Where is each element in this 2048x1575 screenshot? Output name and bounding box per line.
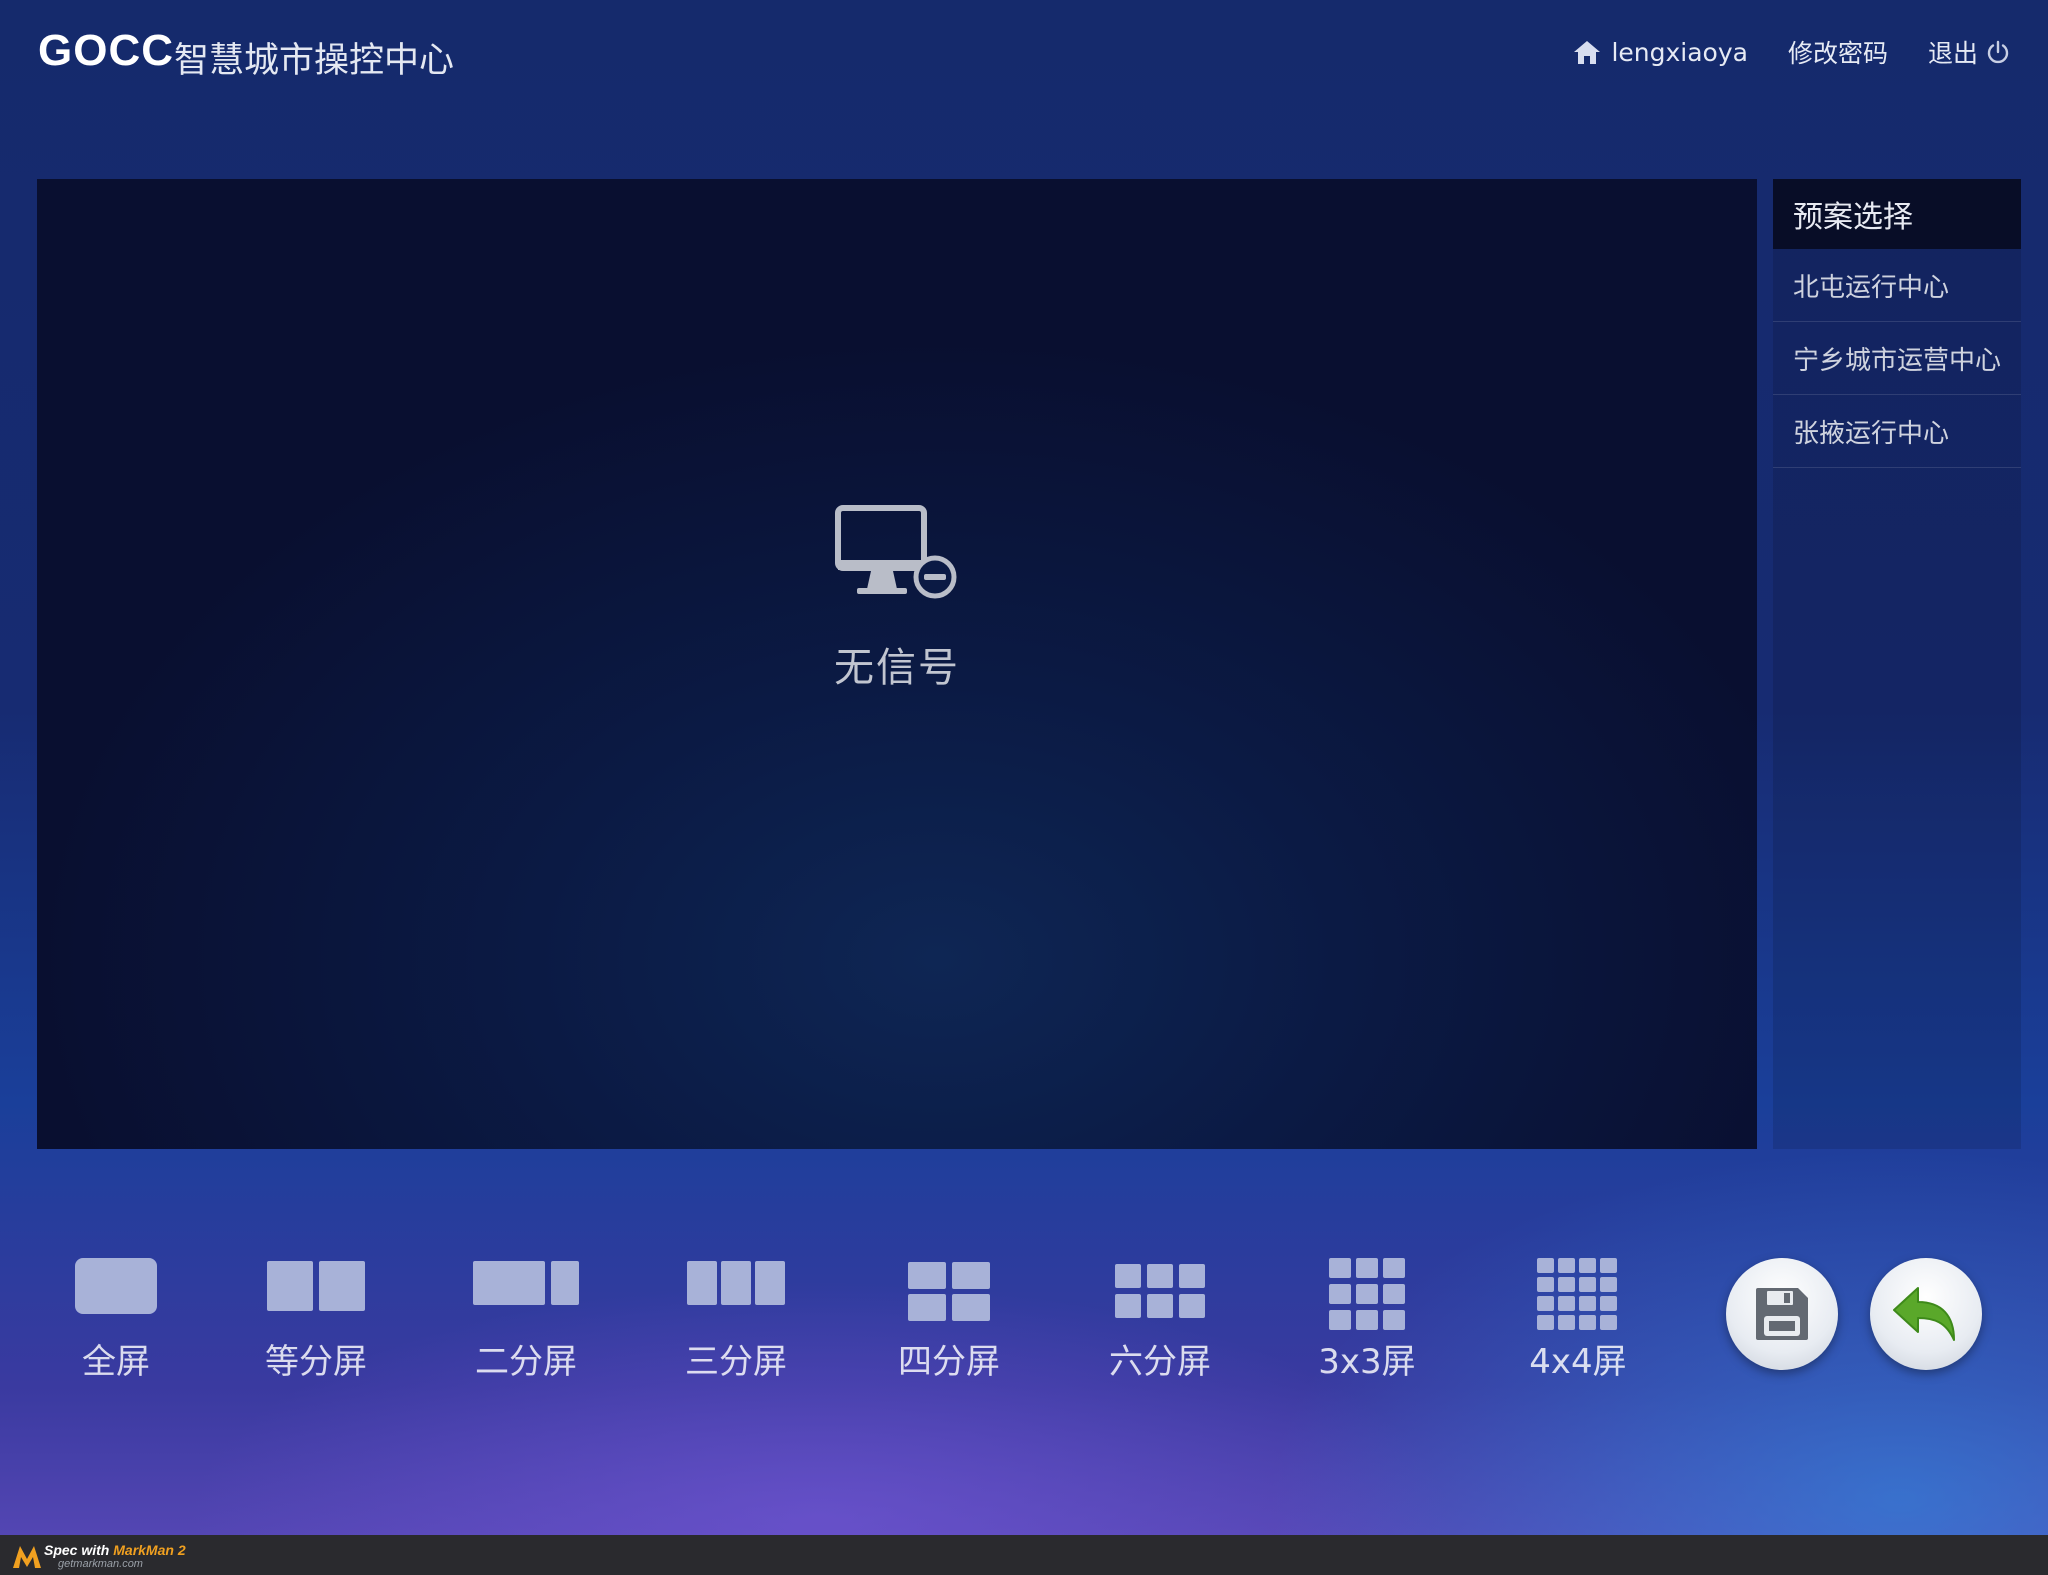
layout-four-split-button[interactable]: 四分屏 [889, 1258, 1009, 1383]
plan-item[interactable]: 北屯运行中心 [1773, 249, 2021, 322]
spec-site: getmarkman.com [58, 1558, 143, 1570]
grid-4x4-layout-icon [1537, 1258, 1619, 1330]
layout-fullscreen-button[interactable]: 全屏 [56, 1258, 176, 1383]
footer-bar [0, 1535, 2048, 1575]
spec-credit: Spec with MarkMan 2 [44, 1542, 186, 1558]
change-password-label: 修改密码 [1787, 39, 1888, 68]
layout-grid-3x3-button[interactable]: 3x3屏 [1307, 1258, 1427, 1383]
username: lengxiaoya [1611, 37, 1748, 67]
layout-label: 三分屏 [685, 1342, 787, 1382]
layout-three-split-button[interactable]: 三分屏 [676, 1258, 796, 1383]
plan-panel-title: 预案选择 [1773, 179, 2021, 249]
no-signal-label: 无信号 [834, 645, 960, 691]
fullscreen-layout-icon [75, 1258, 157, 1314]
spec-prefix: Spec with [44, 1542, 110, 1558]
three-split-layout-icon [687, 1258, 785, 1314]
save-button[interactable] [1726, 1258, 1838, 1370]
app-logo: GOCC [38, 26, 174, 75]
change-password-link[interactable]: 修改密码 [1788, 34, 1888, 70]
grid-3x3-layout-icon [1329, 1258, 1405, 1330]
layout-label: 六分屏 [1109, 1342, 1211, 1382]
equal-split-layout-icon [267, 1258, 365, 1314]
layout-label: 四分屏 [898, 1342, 1000, 1382]
app-title: 智慧城市操控中心 [174, 41, 455, 81]
monitor-disconnected-icon [835, 505, 957, 599]
plan-item[interactable]: 张掖运行中心 [1773, 395, 2021, 468]
user-info[interactable]: lengxiaoya [1573, 38, 1748, 67]
undo-arrow-icon [1893, 1287, 1955, 1341]
layout-label: 全屏 [82, 1342, 150, 1382]
layout-grid-4x4-button[interactable]: 4x4屏 [1518, 1258, 1638, 1383]
power-icon [1987, 40, 2009, 64]
plan-item[interactable]: 宁乡城市运营中心 [1773, 322, 2021, 395]
video-screen[interactable]: 无信号 [37, 179, 1757, 1149]
layout-label: 二分屏 [475, 1342, 577, 1382]
logout-label: 退出 [1927, 39, 1978, 68]
two-split-layout-icon [473, 1258, 579, 1314]
layout-label: 等分屏 [265, 1342, 367, 1382]
no-signal-indicator: 无信号 [37, 179, 1757, 1149]
layout-equal-split-button[interactable]: 等分屏 [256, 1258, 376, 1383]
layout-label: 4x4屏 [1529, 1342, 1627, 1382]
spec-brand: MarkMan 2 [113, 1542, 186, 1558]
back-button[interactable] [1870, 1258, 1982, 1370]
layout-six-split-button[interactable]: 六分屏 [1100, 1258, 1220, 1383]
user-area: lengxiaoya 修改密码 退出 [1573, 34, 2010, 70]
layout-two-split-button[interactable]: 二分屏 [466, 1258, 586, 1383]
logout-button[interactable]: 退出 [1928, 34, 2010, 70]
markman-logo-icon [13, 1546, 41, 1568]
layout-label: 3x3屏 [1318, 1342, 1416, 1382]
plan-panel: 预案选择 北屯运行中心 宁乡城市运营中心 张掖运行中心 [1773, 179, 2021, 1149]
home-icon [1574, 41, 1601, 64]
four-split-layout-icon [908, 1258, 990, 1324]
floppy-save-icon [1756, 1288, 1808, 1340]
six-split-layout-icon [1115, 1258, 1205, 1324]
